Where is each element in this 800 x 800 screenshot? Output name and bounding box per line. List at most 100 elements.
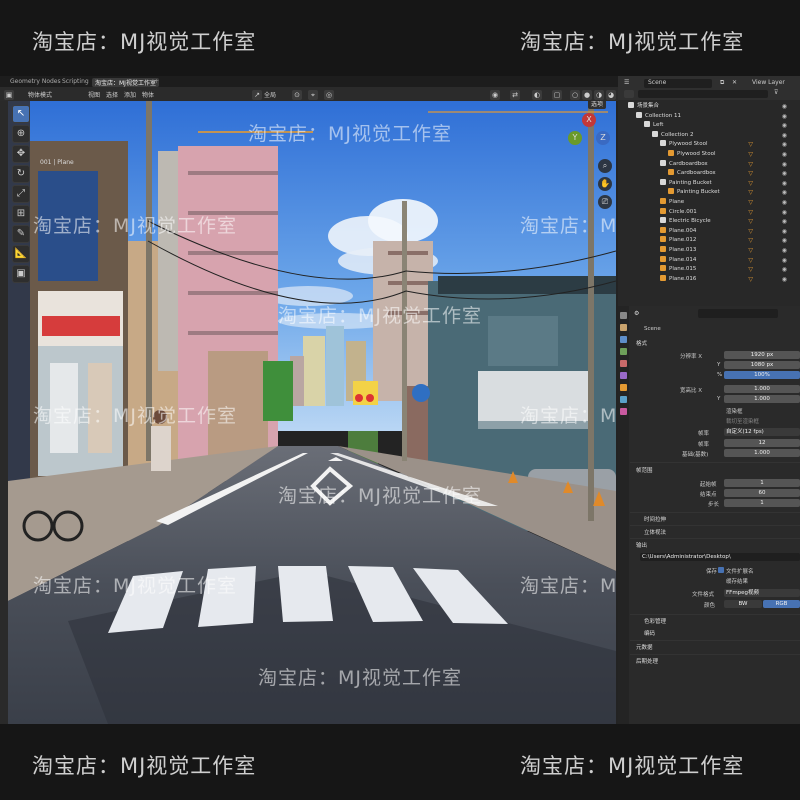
outliner-row[interactable]: Plane.016 ▽ ◉ [660, 274, 793, 285]
visibility-eye-icon[interactable]: ◉ [782, 169, 787, 179]
outliner-editor-icon[interactable]: ☰ [624, 79, 629, 86]
encoding-section[interactable]: 编码 [644, 629, 655, 637]
outliner-row[interactable]: Painting Bucket ▽ ◉ [660, 178, 793, 189]
display-mode-icon[interactable] [624, 90, 634, 98]
outliner-row[interactable]: Plane.014 ▽ ◉ [660, 255, 793, 266]
time-stretch-section[interactable]: 时间拉伸 [644, 515, 666, 523]
annotate-tool-icon[interactable]: ✎ [12, 225, 30, 243]
visibility-eye-icon[interactable]: ◉ [782, 275, 787, 285]
frame-range-section[interactable]: 帧范围 [636, 466, 653, 474]
measure-tool-icon[interactable]: 📐 [12, 245, 30, 263]
visibility-eye-icon[interactable]: ◉ [782, 102, 787, 112]
post-processing-section[interactable]: 后期处理 [636, 657, 658, 665]
transform-tool-icon[interactable]: ⊞ [12, 205, 30, 223]
color-management-section[interactable]: 色彩管理 [644, 617, 666, 625]
outliner-row[interactable]: Plane.013 ▽ ◉ [660, 246, 793, 256]
tool-tab-icon[interactable] [620, 312, 627, 319]
tab-main[interactable]: 淘宝店：MJ视觉工作室 [92, 78, 159, 87]
outliner-row[interactable]: Plane.015 ▽ ◉ [660, 265, 793, 275]
shading-solid-icon[interactable]: ● [582, 90, 592, 100]
delete-scene-icon[interactable]: ✕ [732, 79, 737, 86]
view-layer-tab-icon[interactable] [620, 348, 627, 355]
overlay-icon[interactable]: ◐ [532, 90, 542, 100]
move-tool-icon[interactable]: ✥ [12, 145, 30, 163]
render-tab-icon[interactable] [620, 324, 627, 331]
output-section[interactable]: 输出 [636, 541, 647, 549]
visibility-eye-icon[interactable]: ◉ [782, 256, 787, 266]
visibility-eye-icon[interactable]: ◉ [782, 236, 787, 246]
outliner-row[interactable]: Plane.012 ▽ ◉ [660, 236, 793, 246]
outliner-row[interactable]: Plane.004 ▽ ◉ [660, 226, 793, 237]
fps-dropdown[interactable]: 自定义(12 fps) [724, 428, 800, 436]
fps-field[interactable]: 12 [724, 439, 800, 447]
outliner-search-input[interactable] [638, 90, 768, 98]
outliner-row[interactable]: Plywood Stool ▽ ◉ [660, 140, 793, 150]
tab-geometry-nodes[interactable]: Geometry Nodes [10, 78, 61, 85]
filter-icon[interactable]: ⊽ [774, 89, 778, 96]
axis-y-icon[interactable]: Y [568, 131, 582, 145]
stereoscopy-section[interactable]: 立体视法 [644, 528, 666, 536]
pan-hand-icon[interactable]: ✋ [598, 177, 612, 191]
material-tab-icon[interactable] [620, 408, 627, 415]
visibility-eye-icon[interactable]: ◉ [782, 150, 787, 160]
visibility-eye-icon[interactable]: ◉ [782, 265, 787, 275]
outliner-row[interactable]: Left ◉ [644, 121, 793, 131]
frame-end-field[interactable]: 60 [724, 489, 800, 497]
axis-x-icon[interactable]: X [582, 113, 596, 127]
transform-orientation-dropdown[interactable]: 全局 [264, 90, 276, 99]
outliner-row[interactable]: Collection 2 ◉ [652, 130, 793, 141]
output-path-field[interactable]: C:\Users\Administrator\Desktop\ [640, 553, 800, 561]
color-rgb-button[interactable]: RGB [763, 600, 800, 608]
modifier-tab-icon[interactable] [620, 396, 627, 403]
output-tab-icon[interactable] [620, 336, 627, 343]
visibility-eye-icon[interactable]: ◉ [782, 208, 787, 218]
crop-checkbox[interactable]: 裁切至渲染框 [726, 417, 759, 425]
format-section[interactable]: 格式 [636, 339, 647, 347]
add-workspace-icon[interactable]: + [154, 78, 159, 85]
new-scene-icon[interactable]: ⧉ [720, 79, 724, 87]
visibility-eye-icon[interactable]: ◉ [782, 121, 787, 131]
metadata-section[interactable]: 元数据 [636, 643, 653, 651]
outliner-row[interactable]: Circle.001 ▽ ◉ [660, 207, 793, 218]
outliner-row[interactable]: Cardboardbox ▽ ◉ [660, 159, 793, 170]
rotate-tool-icon[interactable]: ↻ [12, 165, 30, 183]
xray-icon[interactable]: ▢ [552, 90, 562, 100]
outliner-row[interactable]: Collection 11 ◉ [636, 111, 793, 122]
file-ext-checkbox[interactable]: 文件扩展名 [726, 567, 754, 575]
frame-start-field[interactable]: 1 [724, 479, 800, 487]
proportional-edit-icon[interactable]: ◎ [324, 90, 334, 100]
world-tab-icon[interactable] [620, 372, 627, 379]
cursor-tool-icon[interactable]: ⊕ [12, 125, 30, 143]
outliner-row[interactable]: Electric Bicycle ▽ ◉ [660, 217, 793, 227]
properties-search-input[interactable] [698, 309, 778, 318]
snap-icon[interactable]: ⌖ [308, 90, 318, 100]
shading-rendered-icon[interactable]: ◕ [606, 90, 616, 100]
visibility-eye-icon[interactable]: ◉ [782, 246, 787, 256]
visibility-eye-icon[interactable]: ◉ [782, 188, 787, 198]
fps-base-field[interactable]: 1.000 [724, 449, 800, 457]
scene-tab-icon[interactable] [620, 360, 627, 367]
add-cube-tool-icon[interactable]: ▣ [12, 265, 30, 283]
aspect-y-field[interactable]: 1.000 [724, 395, 800, 403]
file-format-dropdown[interactable]: FFmpeg视频 [724, 589, 800, 597]
aspect-x-field[interactable]: 1.000 [724, 385, 800, 393]
shading-material-icon[interactable]: ◑ [594, 90, 604, 100]
outliner-row[interactable]: Cardboardbox ▽ ◉ [668, 169, 793, 179]
visibility-eye-icon[interactable]: ◉ [782, 112, 787, 122]
scene-selector[interactable]: Scene [644, 79, 712, 88]
outliner-row[interactable]: Plane ▽ ◉ [660, 198, 793, 208]
view-layer-selector[interactable]: View Layer [752, 79, 785, 86]
res-y-field[interactable]: 1080 px [724, 361, 800, 369]
file-ext-checkbox-icon[interactable] [718, 567, 724, 573]
menu-add[interactable]: 添加 [124, 90, 136, 99]
editor-type-icon[interactable]: ▣ [4, 90, 14, 100]
render-region-checkbox[interactable]: 渲染框 [726, 407, 743, 415]
visibility-eye-icon[interactable]: ◉ [782, 227, 787, 237]
object-tab-icon[interactable] [620, 384, 627, 391]
color-bw-button[interactable]: BW [724, 600, 762, 608]
camera-view-icon[interactable]: ⎚ [598, 195, 612, 209]
viewport-options-button[interactable]: 选项 [588, 101, 607, 109]
outliner-row[interactable]: Painting Bucket ▽ ◉ [668, 188, 793, 198]
res-x-field[interactable]: 1920 px [724, 351, 800, 359]
gizmo-icon[interactable]: ⇄ [510, 90, 520, 100]
